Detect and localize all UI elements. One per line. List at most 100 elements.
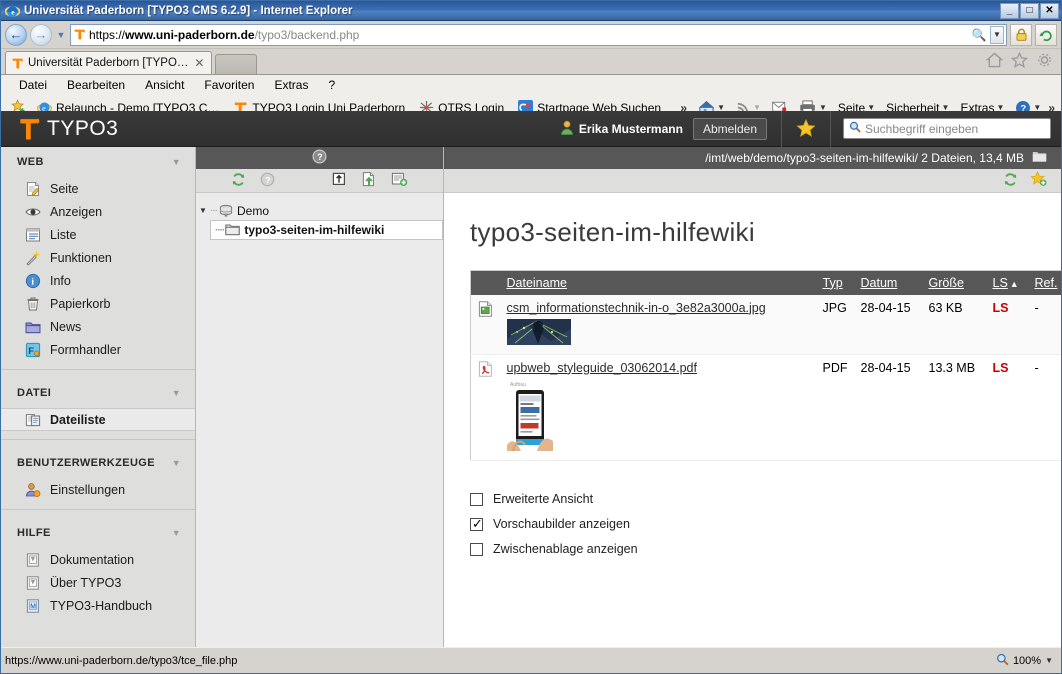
sidebar-item-ueber-typo3[interactable]: Über TYPO3 [1,571,195,594]
svg-text:Aufbau: Aufbau [510,382,526,388]
col-ref[interactable]: Ref. [1028,270,1061,295]
file-thumbnail[interactable]: Aufbau [506,378,811,454]
module-group-header[interactable]: WEB ▼ [1,147,195,177]
chevron-down-icon[interactable]: ▼ [172,157,181,167]
refresh-content-icon[interactable] [1003,172,1018,190]
minimize-button[interactable]: _ [1000,2,1019,19]
sidebar-item-dokumentation[interactable]: Dokumentation [1,548,195,571]
col-dateiname[interactable]: Dateiname [500,270,817,295]
sidebar-divider [1,509,195,510]
add-bookmark-icon[interactable] [1030,171,1047,190]
table-header-row: Dateiname Typ Datum Größe LS ▲ Ref. [470,270,1061,295]
address-search-icon[interactable]: 🔍 [971,28,987,42]
upload-file-icon[interactable] [331,171,347,190]
menu-item-extras[interactable]: Extras [264,77,318,93]
file-list-content: /imt/web/demo/typo3-seiten-im-hilfewiki/… [444,147,1061,647]
tree-connector: ···· [215,224,225,236]
zoom-level: 100% [1012,654,1042,667]
sidebar-item-formhandler[interactable]: F Formhandler [1,338,195,361]
sidebar-item-einstellungen[interactable]: Einstellungen [1,478,195,501]
file-name-link[interactable]: csm_informationstechnik-in-o_3e82a3000a.… [507,301,766,315]
home-icon[interactable] [985,52,1004,71]
sidebar-item-news[interactable]: News [1,315,195,338]
new-file-icon[interactable] [361,171,377,190]
new-folder-icon[interactable] [391,171,408,190]
tree-help-icon[interactable]: ? [260,172,275,190]
file-thumbnail[interactable] [506,318,811,348]
menu-item-bearbeiten[interactable]: Bearbeiten [57,77,135,93]
tab-close-icon[interactable]: ✕ [192,56,206,70]
checkbox-erweiterte-ansicht[interactable] [470,492,483,506]
window-title: Universität Paderborn [TYPO3 CMS 6.2.9] … [24,4,353,17]
tree-connector: ··· [210,205,218,216]
option-zwischenablage-anzeigen[interactable]: Zwischenablage anzeigen [470,537,1035,562]
refresh-tree-icon[interactable] [231,172,246,190]
sidebar-item-liste[interactable]: Liste [1,223,195,246]
file-name-link[interactable]: upbweb_styleguide_03062014.pdf [507,361,697,375]
refresh-button[interactable] [1035,23,1057,46]
chevron-down-icon[interactable]: ▼ [172,458,181,468]
new-tab-button[interactable] [215,54,258,74]
table-row[interactable]: upbweb_styleguide_03062014.pdf Aufbau PD… [470,354,1061,461]
menu-item-favoriten[interactable]: Favoriten [194,77,264,93]
tree-collapse-icon[interactable]: ▼ [196,206,210,215]
sidebar-item-papierkorb[interactable]: Papierkorb [1,292,195,315]
tree-node-root[interactable]: ▼ ··· Demo [196,201,443,220]
back-button[interactable]: ← [5,23,27,46]
search-input[interactable]: Suchbegriff eingeben [843,118,1051,139]
col-ls[interactable]: LS ▲ [986,270,1029,295]
table-row[interactable]: csm_informationstechnik-in-o_3e82a3000a.… [470,294,1061,355]
checkbox-zwischenablage-anzeigen[interactable] [470,542,483,556]
sidebar-item-info[interactable]: i Info [1,269,195,292]
logout-button[interactable]: Abmelden [692,117,767,140]
favorites-star-icon[interactable] [1010,51,1029,71]
module-group-header[interactable]: DATEI ▼ [1,378,195,408]
sidebar-item-dateiliste[interactable]: Dateiliste [1,408,195,431]
status-bar-url: https://www.uni-paderborn.de/typo3/tce_f… [5,654,238,667]
sidebar-item-typo3-handbuch[interactable]: M TYPO3-Handbuch [1,594,195,617]
sort-typ-link[interactable]: Typ [823,276,843,290]
tab-label: Universität Paderborn [TYPO… [28,57,189,69]
sidebar-item-funktionen[interactable]: Funktionen [1,246,195,269]
menu-item-help[interactable]: ? [318,77,345,93]
user-info[interactable]: Erika Mustermann [550,120,693,138]
menu-item-datei[interactable]: Datei [9,77,57,93]
browser-tab[interactable]: Universität Paderborn [TYPO… ✕ [5,51,213,74]
sort-dateiname-link[interactable]: Dateiname [507,276,567,290]
option-label: Vorschaubilder anzeigen [493,517,630,531]
sort-ref-link[interactable]: Ref. [1035,276,1058,290]
security-lock-button[interactable] [1010,23,1032,46]
sort-datum-link[interactable]: Datum [861,276,898,290]
help-circle-icon[interactable]: ? [312,149,327,167]
zoom-control[interactable]: 100% ▼ [996,653,1057,669]
typo3-logo[interactable]: TYPO3 [19,117,118,141]
checkbox-vorschaubilder-anzeigen[interactable] [470,516,483,532]
image-file-icon [478,300,493,320]
option-erweiterte-ansicht[interactable]: Erweiterte Ansicht [470,487,1035,512]
tree-node-selected[interactable]: ···· typo3-seiten-im-hilfewiki [210,220,443,240]
chevron-down-icon[interactable]: ▼ [172,388,181,398]
address-bar[interactable]: https://www.uni-paderborn.de/typo3/backe… [70,23,1007,46]
chevron-down-icon[interactable]: ▼ [172,528,181,538]
maximize-button[interactable]: □ [1020,2,1039,19]
zoom-dropdown-caret[interactable]: ▼ [1045,656,1053,665]
recent-pages-dropdown[interactable]: ▼ [55,30,67,40]
col-datum[interactable]: Datum [854,270,923,295]
col-typ[interactable]: Typ [816,270,855,295]
module-group-header[interactable]: BENUTZERWERKZEUGE ▼ [1,448,195,478]
sidebar-item-seite[interactable]: Seite [1,177,195,200]
settings-gear-icon[interactable] [1036,52,1053,71]
menu-item-ansicht[interactable]: Ansicht [135,77,194,93]
address-dropdown-button[interactable]: ▼ [990,25,1004,44]
sort-ls-link[interactable]: LS [993,276,1008,290]
sidebar-item-anzeigen[interactable]: Anzeigen [1,200,195,223]
pdf-file-icon [478,360,493,380]
option-vorschaubilder-anzeigen[interactable]: Vorschaubilder anzeigen [470,512,1035,537]
forward-button[interactable]: → [30,23,52,46]
col-groesse[interactable]: Größe [922,270,987,295]
sort-groesse-link[interactable]: Größe [929,276,964,290]
folder-tree: ▼ ··· Demo ···· typo3-seiten-im-hilfewik… [196,193,443,647]
close-button[interactable]: ✕ [1040,2,1059,19]
bookmarks-toolbar-button[interactable] [782,119,830,138]
module-group-header[interactable]: HILFE ▼ [1,518,195,548]
